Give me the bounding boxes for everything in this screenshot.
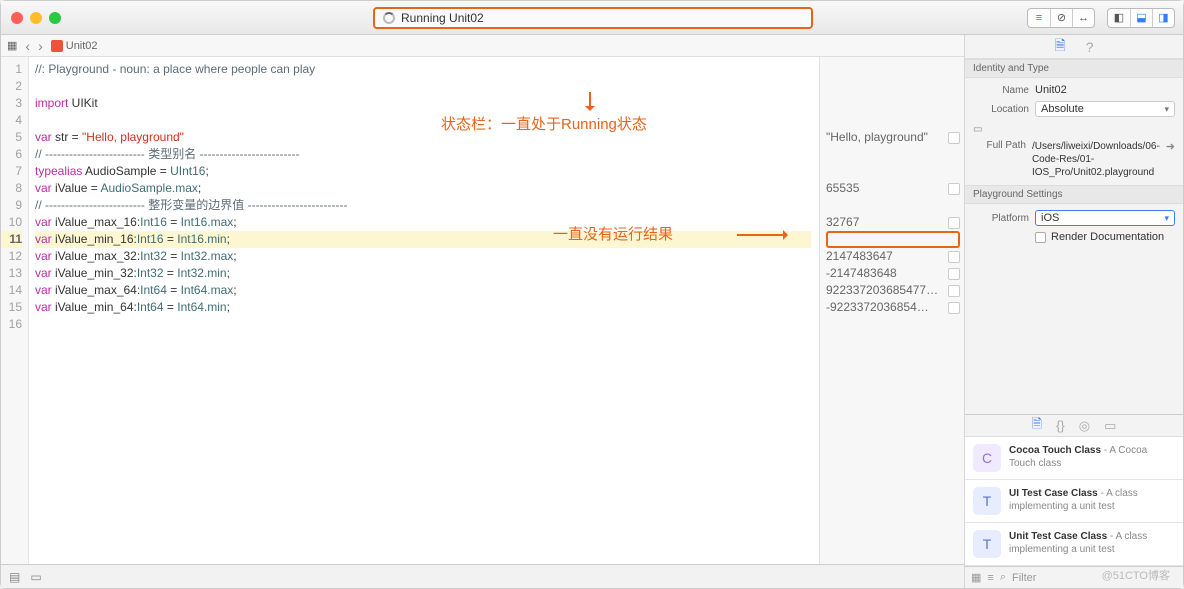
debug-toggle-icon[interactable]: ▤ xyxy=(9,570,20,584)
template-icon: T xyxy=(973,487,1001,515)
checkbox-icon[interactable] xyxy=(1035,232,1046,243)
minimize-button[interactable] xyxy=(30,12,42,24)
location-select[interactable]: Absolute▾ xyxy=(1035,101,1175,117)
playground-settings-header: Playground Settings xyxy=(965,185,1183,204)
main-split: ▦ ‹ › Unit02 12345678910111213141516 //:… xyxy=(1,35,1183,588)
reveal-arrow-icon[interactable]: ➜ xyxy=(1166,140,1175,153)
standard-editor-icon[interactable]: ≡ xyxy=(1028,9,1050,27)
back-button[interactable]: ‹ xyxy=(25,38,30,54)
media-tab-icon[interactable]: ▭ xyxy=(1104,418,1116,434)
spinner-icon xyxy=(383,12,395,24)
window-controls xyxy=(11,12,61,24)
breadcrumb-file: Unit02 xyxy=(66,40,98,52)
assistant-editor-icon[interactable]: ⊘ xyxy=(1050,9,1072,27)
playground-settings-body: Platform iOS▾ Render Documentation xyxy=(965,204,1183,249)
template-icon: T xyxy=(973,530,1001,558)
status-text: Running Unit02 xyxy=(401,11,484,25)
version-editor-icon[interactable]: ↔ xyxy=(1072,9,1094,27)
quicklook-icon[interactable] xyxy=(948,132,960,144)
left-panel-icon[interactable]: ◧ xyxy=(1108,9,1130,27)
help-inspector-tab-icon[interactable]: ? xyxy=(1086,39,1094,55)
library-item[interactable]: T Unit Test Case Class - A class impleme… xyxy=(965,523,1183,566)
platform-select[interactable]: iOS▾ xyxy=(1035,210,1175,226)
library-tabs[interactable]: 🗎 {} ◎ ▭ xyxy=(965,415,1183,437)
quicklook-icon[interactable] xyxy=(948,183,960,195)
result-row[interactable]: -2147483648 xyxy=(826,265,960,282)
render-doc-label: Render Documentation xyxy=(1051,231,1164,243)
swift-file-icon xyxy=(51,40,63,52)
code-results-row: 12345678910111213141516 //: Playground -… xyxy=(1,57,964,564)
name-label: Name xyxy=(973,85,1029,96)
filter-placeholder: Filter xyxy=(1012,572,1036,584)
result-row[interactable]: "Hello, playground" xyxy=(826,129,960,146)
library-item[interactable]: C Cocoa Touch Class - A Cocoa Touch clas… xyxy=(965,437,1183,480)
quicklook-icon[interactable] xyxy=(948,285,960,297)
annotation-arrow-right xyxy=(737,234,787,236)
code-snippet-tab-icon[interactable]: {} xyxy=(1056,418,1065,433)
xcode-window: Running Unit02 ≡ ⊘ ↔ ◧ ⬓ ◨ ▦ ‹ › Un xyxy=(0,0,1184,589)
line-gutter: 12345678910111213141516 xyxy=(1,57,29,564)
titlebar: Running Unit02 ≡ ⊘ ↔ ◧ ⬓ ◨ xyxy=(1,1,1183,35)
annotation-arrow-down xyxy=(589,92,591,110)
result-row[interactable]: -9223372036854… xyxy=(826,299,960,316)
close-button[interactable] xyxy=(11,12,23,24)
editor-area: ▦ ‹ › Unit02 12345678910111213141516 //:… xyxy=(1,35,965,588)
identity-body: Name Unit02 Location Absolute▾ ▭ Full Pa… xyxy=(965,78,1183,185)
grid-view-icon[interactable]: ▦ xyxy=(971,571,981,584)
inspector-tabs[interactable]: 🗎 ? xyxy=(965,35,1183,59)
library-item[interactable]: T UI Test Case Class - A class implement… xyxy=(965,480,1183,523)
activity-status-bar[interactable]: Running Unit02 xyxy=(373,7,813,29)
library-panel: 🗎 {} ◎ ▭ C Cocoa Touch Class - A Cocoa T… xyxy=(965,414,1183,588)
result-row[interactable]: 32767 xyxy=(826,214,960,231)
inspector-panel: 🗎 ? Identity and Type Name Unit02 Locati… xyxy=(965,35,1183,588)
watermark: @51CTO博客 xyxy=(1102,567,1170,583)
panel-toggle-segment[interactable]: ◧ ⬓ ◨ xyxy=(1107,8,1175,28)
name-value[interactable]: Unit02 xyxy=(1035,84,1175,96)
related-items-icon[interactable]: ▦ xyxy=(7,39,17,52)
result-row-empty xyxy=(826,231,960,248)
debug-bar[interactable]: ▤ ▭ xyxy=(1,564,964,588)
fullpath-value: /Users/liweixi/Downloads/06-Code-Res/01-… xyxy=(1032,140,1160,179)
fullpath-label: Full Path xyxy=(973,140,1026,151)
file-template-tab-icon[interactable]: 🗎 xyxy=(1032,415,1042,437)
source-editor[interactable]: //: Playground - noun: a place where peo… xyxy=(29,57,819,564)
toolbar-right: ≡ ⊘ ↔ ◧ ⬓ ◨ xyxy=(1027,8,1175,28)
identity-header: Identity and Type xyxy=(965,59,1183,78)
editor-mode-segment[interactable]: ≡ ⊘ ↔ xyxy=(1027,8,1095,28)
object-tab-icon[interactable]: ◎ xyxy=(1079,418,1090,434)
debug-breakpoint-icon[interactable]: ▭ xyxy=(30,570,41,584)
file-inspector-tab-icon[interactable]: 🗎 xyxy=(1054,35,1065,59)
folder-icon[interactable]: ▭ xyxy=(973,124,982,135)
bottom-panel-icon[interactable]: ⬓ xyxy=(1130,9,1152,27)
render-doc-checkbox-row[interactable]: Render Documentation xyxy=(1035,231,1175,243)
quicklook-icon[interactable] xyxy=(948,217,960,229)
result-row[interactable]: 2147483647 xyxy=(826,248,960,265)
list-view-icon[interactable]: ≡ xyxy=(987,572,993,584)
result-row[interactable]: 922337203685477… xyxy=(826,282,960,299)
quicklook-icon[interactable] xyxy=(948,251,960,263)
zoom-button[interactable] xyxy=(49,12,61,24)
quicklook-icon[interactable] xyxy=(948,268,960,280)
results-sidebar: "Hello, playground"65535327672147483647-… xyxy=(819,57,964,564)
filter-icon: ⌕ xyxy=(1000,571,1006,584)
jump-bar[interactable]: ▦ ‹ › Unit02 xyxy=(1,35,964,57)
quicklook-icon[interactable] xyxy=(948,302,960,314)
template-icon: C xyxy=(973,444,1001,472)
location-label: Location xyxy=(973,104,1029,115)
breadcrumb[interactable]: Unit02 xyxy=(51,40,98,52)
platform-label: Platform xyxy=(973,213,1029,224)
forward-button[interactable]: › xyxy=(38,38,43,54)
library-list[interactable]: C Cocoa Touch Class - A Cocoa Touch clas… xyxy=(965,437,1183,566)
result-row[interactable]: 65535 xyxy=(826,180,960,197)
right-panel-icon[interactable]: ◨ xyxy=(1152,9,1174,27)
